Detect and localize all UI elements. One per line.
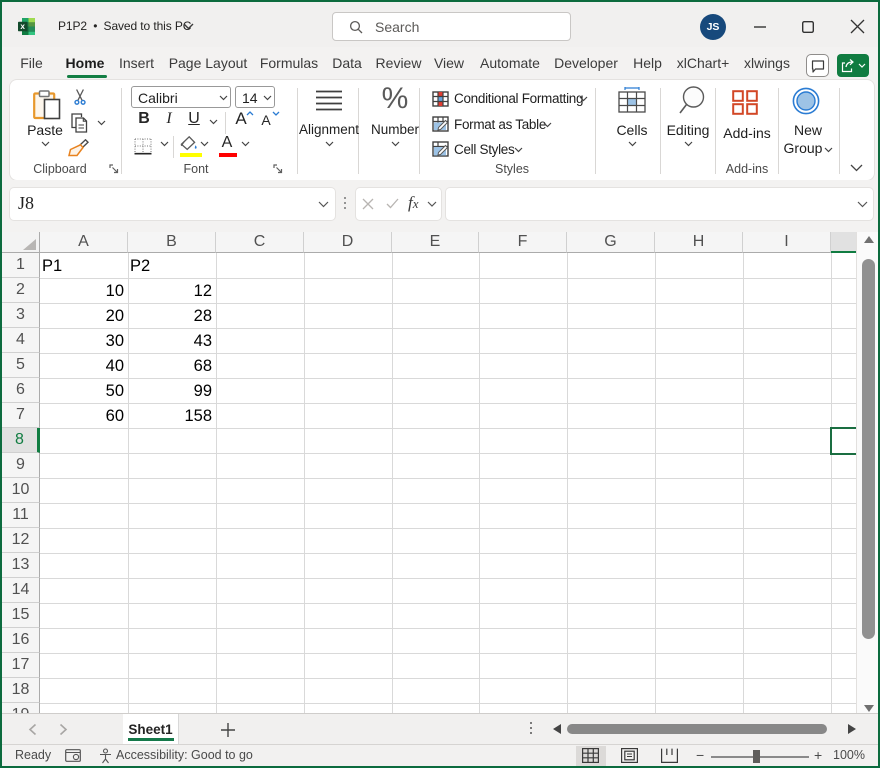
svg-text:x: x bbox=[20, 22, 25, 31]
